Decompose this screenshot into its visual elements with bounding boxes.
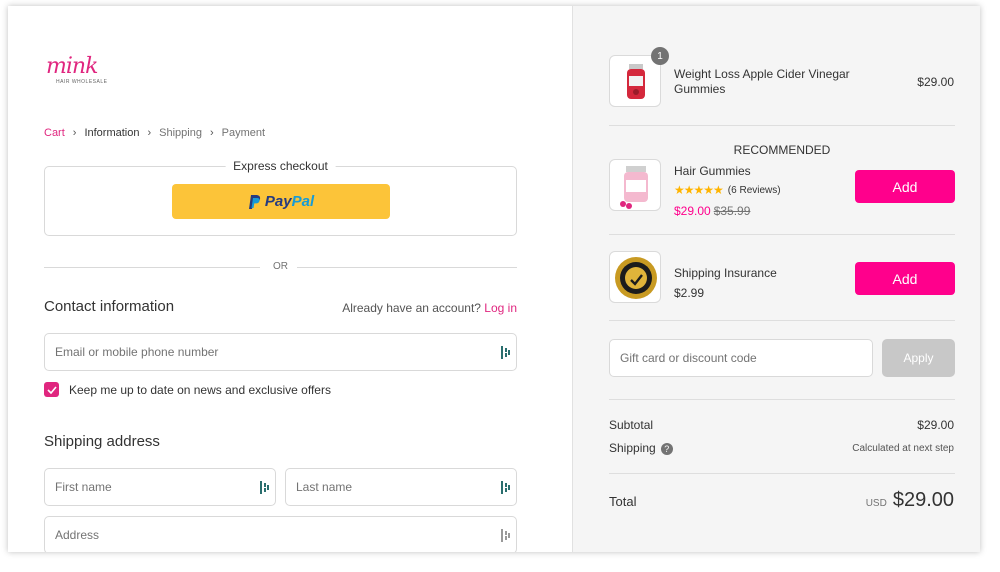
breadcrumb-shipping: Shipping: [159, 127, 202, 139]
paypal-logo-icon: [248, 194, 260, 209]
apply-discount-button[interactable]: Apply: [882, 339, 955, 377]
divider: [609, 125, 955, 126]
breadcrumb: Cart › Information › Shipping › Payment: [44, 127, 265, 139]
subtotal-value: $29.00: [917, 418, 954, 432]
first-name-placeholder: First name: [55, 480, 112, 494]
star-rating-icon: ★★★★★: [674, 183, 724, 197]
hair-gummies-price: $29.00 $35.99: [674, 204, 750, 218]
shipping-address-heading: Shipping address: [44, 433, 160, 450]
breadcrumb-payment: Payment: [221, 127, 266, 139]
account-hint: Already have an account? Log in: [342, 301, 517, 315]
checkmark-icon: [46, 385, 57, 394]
order-summary: 1 Weight Loss Apple Cider Vinegar Gummie…: [572, 6, 980, 552]
login-link[interactable]: Log in: [484, 301, 517, 315]
hair-gummies-bottle-image: [620, 166, 648, 209]
hair-gummies-thumbnail: [609, 159, 661, 211]
account-hint-text: Already have an account?: [342, 301, 481, 315]
shipping-insurance-thumbnail: [609, 251, 661, 303]
add-hair-gummies-button[interactable]: Add: [855, 170, 955, 203]
divider-line-left: [44, 267, 260, 268]
total-value: $29.00: [892, 489, 954, 511]
recommended-heading: RECOMMENDED: [733, 143, 831, 157]
total-label: Total: [609, 494, 637, 509]
divider: [609, 320, 955, 321]
insurance-seal-image: [615, 257, 657, 299]
last-name-placeholder: Last name: [296, 480, 353, 494]
shipping-value: Calculated at next step: [852, 443, 954, 454]
currency-code: USD: [865, 498, 887, 509]
express-checkout: Express checkout Pay Pal: [44, 159, 517, 236]
autofill-icon: [501, 529, 510, 542]
address-field[interactable]: Address: [44, 516, 517, 552]
cart-item-price: $29.00: [917, 75, 954, 89]
divider-line-right: [297, 267, 517, 268]
breadcrumb-cart[interactable]: Cart: [44, 127, 65, 139]
help-icon[interactable]: ?: [660, 442, 673, 455]
total-amount: USD $29.00: [866, 489, 954, 512]
shipping-label: Shipping: [609, 441, 656, 455]
store-logo[interactable]: mink HAIR WHOLESALE: [44, 54, 110, 90]
breadcrumb-information: Information: [84, 127, 140, 139]
shipping-label-row: Shipping?: [609, 441, 673, 455]
newsletter-checkbox[interactable]: [44, 382, 59, 397]
logo-text: mink: [46, 54, 98, 79]
express-checkout-title: Express checkout: [225, 159, 336, 173]
or-label: OR: [273, 261, 288, 272]
paypal-button[interactable]: Pay Pal: [172, 184, 390, 219]
hair-gummies-rating: ★★★★★ (6 Reviews): [674, 183, 781, 197]
last-name-field[interactable]: Last name: [285, 468, 517, 506]
first-name-field[interactable]: First name: [44, 468, 276, 506]
divider: [609, 473, 955, 474]
newsletter-option[interactable]: Keep me up to date on news and exclusive…: [44, 382, 331, 397]
autofill-icon: [260, 481, 269, 494]
newsletter-label: Keep me up to date on news and exclusive…: [69, 382, 331, 397]
email-placeholder: Email or mobile phone number: [55, 345, 219, 359]
gummies-bottle-image: [627, 64, 645, 99]
shipping-insurance-price: $2.99: [674, 286, 705, 300]
checkout-window: mink HAIR WHOLESALE Cart › Information ›…: [8, 6, 980, 552]
cart-item-name-line2: Gummies: [674, 82, 726, 96]
email-field[interactable]: Email or mobile phone number: [44, 333, 517, 371]
autofill-icon: [501, 346, 510, 359]
chevron-right-icon: ›: [72, 127, 77, 139]
logo-subtext: HAIR WHOLESALE: [56, 79, 108, 85]
contact-information-heading: Contact information: [44, 298, 175, 315]
paypal-text-pay: Pay: [264, 193, 292, 210]
hair-gummies-name: Hair Gummies: [674, 164, 751, 178]
address-placeholder: Address: [55, 528, 100, 542]
divider: [609, 234, 955, 235]
add-shipping-insurance-button[interactable]: Add: [855, 262, 955, 295]
hair-gummies-sale-price: $29.00: [674, 204, 711, 218]
discount-code-placeholder: Gift card or discount code: [620, 351, 757, 365]
paypal-text-pal: Pal: [291, 193, 315, 210]
divider: [609, 399, 955, 400]
discount-code-field[interactable]: Gift card or discount code: [609, 339, 873, 377]
hair-gummies-old-price: $35.99: [713, 204, 751, 218]
or-divider: OR: [44, 261, 517, 275]
autofill-icon: [501, 481, 510, 494]
checkout-form-column: mink HAIR WHOLESALE Cart › Information ›…: [8, 6, 572, 552]
quantity-badge: 1: [651, 47, 669, 65]
cart-item-name-line1: Weight Loss Apple Cider Vinegar: [674, 67, 850, 81]
chevron-right-icon: ›: [147, 127, 152, 139]
shipping-insurance-name: Shipping Insurance: [674, 266, 777, 280]
hair-gummies-reviews: (6 Reviews): [727, 184, 781, 196]
subtotal-label: Subtotal: [609, 418, 654, 432]
chevron-right-icon: ›: [209, 127, 214, 139]
